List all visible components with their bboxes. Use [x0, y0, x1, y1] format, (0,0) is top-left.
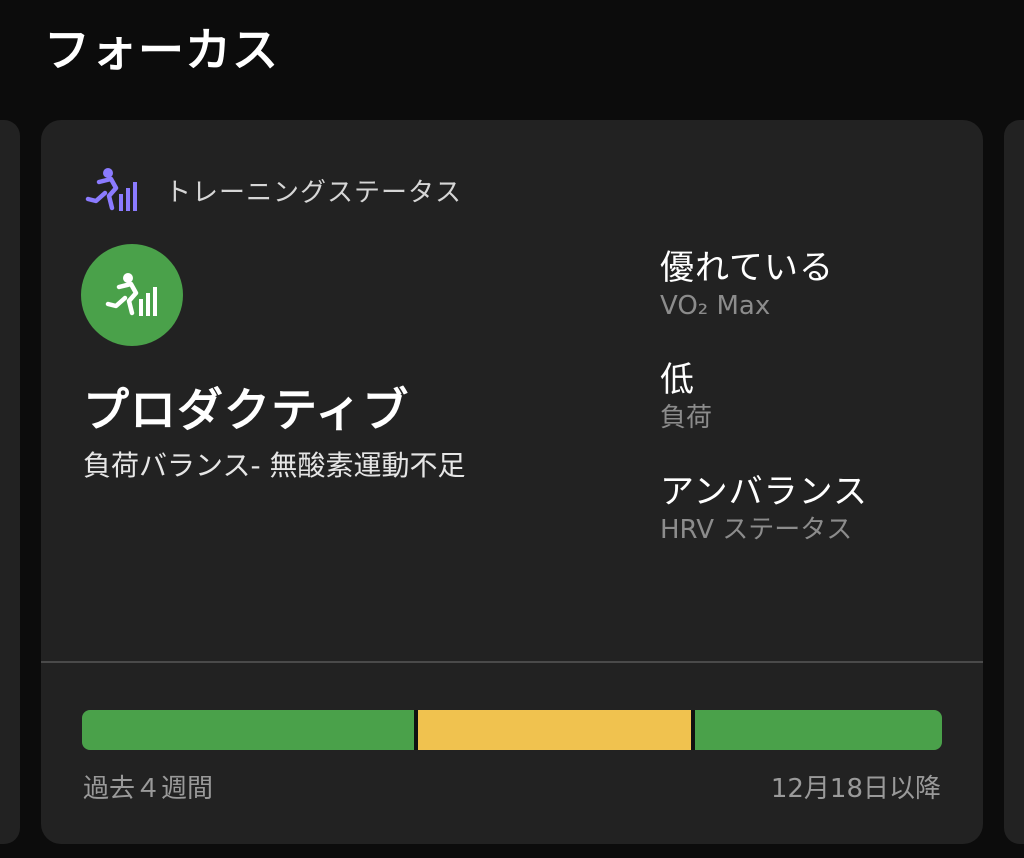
card-divider [41, 661, 983, 663]
metric-load: 低 負荷 [660, 360, 712, 434]
history-bar-segment [414, 710, 691, 750]
metric-hrv-status: アンバランス HRV ステータス [660, 472, 868, 546]
metric-label: HRV ステータス [660, 515, 853, 545]
history-bar-segment [82, 710, 415, 750]
card-title: トレーニングステータス [165, 177, 463, 208]
training-status-card[interactable]: トレーニングステータス プロダクティブ 負荷バランス- 無酸素運動不足 優れてい… [41, 120, 983, 844]
metric-value: 優れている [660, 248, 834, 288]
metric-vo2max: 優れている VO₂ Max [660, 248, 834, 322]
history-start-label: 過去４週間 [83, 774, 214, 804]
status-title: プロダクティブ [83, 383, 410, 437]
metric-label: VO₂ Max [660, 291, 771, 321]
history-bar-segment [690, 710, 942, 750]
metric-value: アンバランス [660, 472, 868, 512]
history-bar [82, 710, 942, 750]
next-card-peek[interactable] [1004, 120, 1024, 844]
focus-screen: フォーカス トレーニングステータス プロダクティブ 負荷バランス- 無酸素運動不… [0, 0, 1024, 858]
page-title: フォーカス [44, 23, 279, 77]
card-header: トレーニングステータス [85, 166, 462, 214]
training-status-icon [105, 273, 157, 316]
previous-card-peek[interactable] [0, 120, 20, 844]
history-end-label: 12月18日以降 [770, 774, 941, 804]
training-status-icon [85, 168, 137, 211]
status-subtitle: 負荷バランス- 無酸素運動不足 [83, 449, 466, 482]
metric-value: 低 [660, 360, 695, 400]
metric-label: 負荷 [660, 403, 713, 433]
status-badge [81, 244, 183, 346]
